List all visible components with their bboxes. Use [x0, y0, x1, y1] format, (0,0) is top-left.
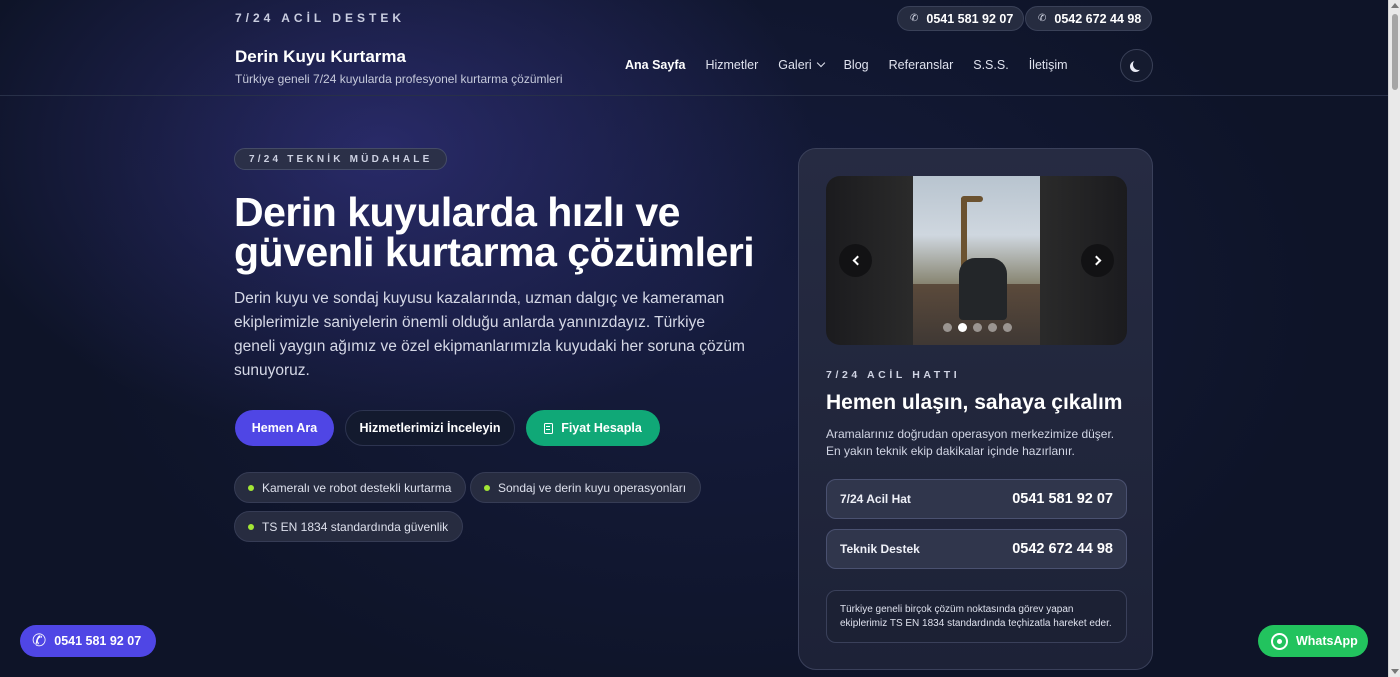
nav-item-hizmetler[interactable]: Hizmetler — [705, 58, 758, 72]
bullet-dot-icon — [248, 484, 254, 491]
card-title: Hemen ulaşın, sahaya çıkalım — [826, 391, 1123, 414]
calculator-icon — [544, 422, 554, 434]
slider-dot-5[interactable] — [1003, 323, 1012, 332]
brand-tagline: Türkiye geneli 7/24 kuyularda profesyone… — [235, 72, 563, 86]
whatsapp-button[interactable]: WhatsApp — [1258, 625, 1368, 657]
hero-description: Derin kuyu ve sondaj kuyusu kazalarında,… — [234, 290, 745, 379]
topbar-phone-button-1[interactable]: ✆ 0541 581 92 07 — [897, 6, 1025, 31]
phone-icon: ✆ — [32, 631, 47, 650]
card-kicker: 7/24 ACİL HATTI — [826, 369, 961, 381]
hotline-label: 7/24 Acil Hat — [840, 492, 911, 506]
slider-dot-2[interactable] — [958, 323, 967, 332]
slider-dot-3[interactable] — [973, 323, 982, 332]
nav-item-iletisim[interactable]: İletişim — [1029, 58, 1068, 72]
floating-call-button[interactable]: ✆ 0541 581 92 07 — [20, 625, 156, 657]
phone-icon: ✆ — [1038, 13, 1047, 24]
main-nav: Ana Sayfa Hizmetler Galeri Blog Referans… — [625, 58, 1088, 72]
feature-chip-label: TS EN 1834 standardında güvenlik — [262, 519, 449, 534]
hotline-number: 0542 672 44 98 — [1012, 541, 1113, 557]
slider-dot-1[interactable] — [943, 323, 952, 332]
nav-item-sss[interactable]: S.S.S. — [973, 58, 1008, 72]
price-calculator-label: Fiyat Hesapla — [561, 421, 642, 435]
topbar-phone-2-label: 0542 672 44 98 — [1054, 11, 1142, 26]
slider-dots — [943, 323, 1012, 332]
bullet-dot-icon — [484, 484, 490, 491]
photo-people — [959, 258, 1007, 320]
price-calculator-button[interactable]: Fiyat Hesapla — [526, 410, 660, 446]
nav-item-galeri[interactable]: Galeri — [778, 58, 825, 72]
chevron-down-icon — [816, 58, 825, 68]
phone-icon: ✆ — [910, 13, 919, 24]
top-bar: 7/24 ACİL DESTEK ✆ 0541 581 92 07 ✆ 0542… — [0, 0, 1388, 36]
image-slider — [826, 176, 1127, 345]
scrollbar-thumb[interactable] — [1392, 14, 1398, 90]
nav-item-blog[interactable]: Blog — [844, 58, 869, 72]
bullet-dot-icon — [248, 523, 254, 530]
call-now-button[interactable]: Hemen Ara — [235, 410, 334, 446]
hero-title-line-2: güvenli kurtarma çözümleri — [234, 229, 755, 275]
hotline-number: 0541 581 92 07 — [1012, 491, 1113, 507]
theme-toggle-button[interactable] — [1120, 49, 1153, 82]
page-scrollbar[interactable] — [1388, 0, 1400, 677]
whatsapp-label: WhatsApp — [1296, 634, 1358, 648]
floating-call-label: 0541 581 92 07 — [54, 634, 142, 648]
chevron-right-icon — [1091, 255, 1101, 266]
emergency-card: 7/24 ACİL HATTI Hemen ulaşın, sahaya çık… — [798, 148, 1153, 670]
topbar-phone-1-label: 0541 581 92 07 — [926, 11, 1014, 26]
feature-chip: TS EN 1834 standardında güvenlik — [234, 511, 464, 542]
whatsapp-icon — [1271, 632, 1288, 650]
card-description: Aramalarınız doğrudan operasyon merkezim… — [826, 427, 1115, 458]
slider-next-button[interactable] — [1081, 244, 1114, 277]
hotline-label: Teknik Destek — [840, 542, 920, 556]
card-note: Türkiye geneli birçok çözüm noktasında g… — [826, 590, 1127, 643]
nav-item-referanslar[interactable]: Referanslar — [889, 58, 954, 72]
topbar-phone-button-2[interactable]: ✆ 0542 672 44 98 — [1025, 6, 1153, 31]
chevron-left-icon — [852, 255, 862, 266]
feature-chip-label: Kameralı ve robot destekli kurtarma — [262, 480, 452, 495]
site-header: Derin Kuyu Kurtarma Türkiye geneli 7/24 … — [0, 36, 1388, 96]
hero-eyebrow: 7/24 TEKNİK MÜDAHALE — [234, 148, 448, 170]
scroll-up-arrow-icon[interactable] — [1391, 3, 1399, 8]
feature-chip-label: Sondaj ve derin kuyu operasyonları — [498, 480, 687, 495]
nav-item-galeri-label: Galeri — [778, 58, 812, 72]
moon-icon — [1133, 59, 1144, 70]
view-services-button[interactable]: Hizmetlerimizi İnceleyin — [345, 410, 515, 446]
hotline-emergency[interactable]: 7/24 Acil Hat 0541 581 92 07 — [826, 479, 1127, 519]
scroll-down-arrow-icon[interactable] — [1391, 669, 1399, 674]
brand[interactable]: Derin Kuyu Kurtarma Türkiye geneli 7/24 … — [235, 47, 563, 86]
feature-chip: Kameralı ve robot destekli kurtarma — [234, 472, 467, 503]
feature-chip: Sondaj ve derin kuyu operasyonları — [470, 472, 702, 503]
slider-prev-button[interactable] — [839, 244, 872, 277]
emergency-tag: 7/24 ACİL DESTEK — [235, 11, 406, 25]
nav-item-ana-sayfa[interactable]: Ana Sayfa — [625, 58, 685, 72]
hotline-support[interactable]: Teknik Destek 0542 672 44 98 — [826, 529, 1127, 569]
slider-dot-4[interactable] — [988, 323, 997, 332]
brand-name: Derin Kuyu Kurtarma — [235, 47, 406, 66]
slide-photo — [913, 176, 1040, 345]
hero-title: Derin kuyularda hızlı ve güvenli kurtarm… — [234, 192, 774, 275]
